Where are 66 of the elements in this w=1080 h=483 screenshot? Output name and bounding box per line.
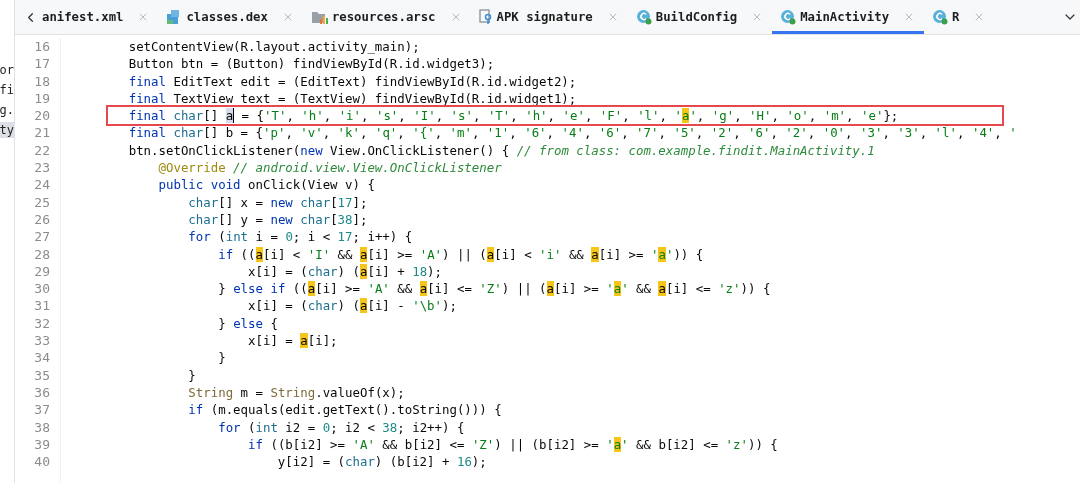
- code-line: if ((a[i] < 'I' && a[i] >= 'A') || (a[i] < 'i' && a[i] >= 'a')) {: [217, 245, 705, 263]
- line-number: 27: [34, 228, 50, 246]
- line-number: 16: [34, 38, 50, 56]
- code-line: char[] x = new char[17];: [187, 193, 369, 211]
- editor-tab[interactable]: R: [924, 0, 995, 34]
- code-line: }: [187, 366, 197, 384]
- line-number: 39: [34, 435, 50, 454]
- line-number: 35: [34, 366, 50, 384]
- editor-tab[interactable]: BuildConfig: [627, 0, 773, 34]
- code-line: @Override // android.view.View.OnClickListener: [157, 159, 503, 177]
- editor-tab[interactable]: MainActivity: [772, 0, 925, 34]
- project-tree-item[interactable]: or: [0, 62, 14, 78]
- code-line: final char[] b = {'p', 'v', 'k', 'q', '{', 'm', '1', '6', '4', '6', '7', '5', '2', '6', '2', '0', '3', '3', 'l', '4', ': [127, 124, 1018, 142]
- line-number: 26: [34, 210, 50, 229]
- editor-tab[interactable]: anifest.xml: [15, 0, 159, 34]
- line-number: 29: [34, 262, 50, 281]
- line-number: 18: [34, 72, 50, 90]
- code-line: for (int i2 = 0; i2 < 38; i2++) {: [217, 418, 466, 436]
- line-number: 32: [34, 314, 50, 333]
- line-number: 36: [34, 383, 50, 402]
- line-number: 19: [34, 89, 50, 108]
- code-line: } else {: [217, 314, 279, 333]
- code-line: Button btn = (Button) findViewById(R.id.widget3);: [127, 55, 496, 73]
- project-tree-item[interactable]: fi: [0, 82, 14, 98]
- key-icon: [478, 9, 493, 25]
- line-number: 37: [34, 401, 50, 419]
- line-number: 24: [34, 176, 50, 194]
- line-number: 20: [34, 107, 50, 125]
- line-number: 31: [34, 297, 50, 315]
- line-number: 40: [34, 453, 50, 471]
- code-line: x[i] = (char) (a[i] + 18);: [247, 262, 444, 281]
- code-line: String m = String.valueOf(x);: [187, 383, 406, 402]
- line-number: 22: [34, 141, 50, 160]
- editor-tab[interactable]: resources.arsc: [302, 0, 471, 34]
- code-line: final TextView text = (TextView) findViewById(R.id.widget1);: [127, 89, 578, 108]
- code-line: for (int i = 0; i < 17; i++) {: [187, 228, 414, 246]
- class-icon: [635, 9, 652, 25]
- code-line: y[i2] = (char) (b[i2] + 16);: [276, 453, 488, 471]
- line-number: 38: [34, 418, 50, 436]
- class-icon: [932, 9, 949, 25]
- project-tree-item[interactable]: ty: [0, 122, 14, 138]
- code-line: if ((b[i2] >= 'A' && b[i2] <= 'Z') || (b[i2] >= 'a' && b[i2] <= 'z')) {: [247, 435, 779, 454]
- line-number: 30: [34, 280, 50, 298]
- code-line: x[i] = a[i];: [247, 332, 339, 350]
- code-line: btn.setOnClickListener(new View.OnClickListener() { // from class: com.example.findit.MainActivity.1: [127, 141, 876, 160]
- line-number: 21: [34, 124, 50, 142]
- editor-tab[interactable]: classes.dex: [158, 0, 303, 34]
- code-line: char[] y = new char[38];: [187, 210, 369, 229]
- folder-chart-icon: [310, 9, 328, 25]
- class-icon: [780, 9, 797, 25]
- project-tree-item[interactable]: .g: [0, 102, 14, 118]
- line-number: 34: [34, 349, 50, 367]
- code-line: final EditText edit = (EditText) findViewById(R.id.widget2);: [127, 72, 578, 90]
- code-line: setContentView(R.layout.activity_main);: [127, 38, 421, 56]
- code-line: if (m.equals(edit.getText().toString())) {: [187, 401, 503, 419]
- code-line: final char[] a = {'T', 'h', 'i', 's', 'I', 's', 'T', 'h', 'e', 'F', 'l', 'a', 'g', 'H', 'o', 'm', 'e'};: [69, 107, 1080, 125]
- editor-tab[interactable]: APK signature: [470, 0, 628, 34]
- line-number: 33: [34, 332, 50, 350]
- line-number: 28: [34, 245, 50, 263]
- code-line: } else if ((a[i] >= 'A' && a[i] <= 'Z') || (a[i] >= 'a' && a[i] <= 'z')) {: [217, 280, 772, 298]
- line-number: 23: [34, 159, 50, 177]
- code-line: x[i] = (char) (a[i] - '\b');: [247, 297, 458, 315]
- line-number: 17: [34, 55, 50, 73]
- code-line: }: [217, 349, 227, 367]
- code-line: public void onClick(View v) {: [157, 176, 376, 194]
- line-number: 25: [34, 193, 50, 211]
